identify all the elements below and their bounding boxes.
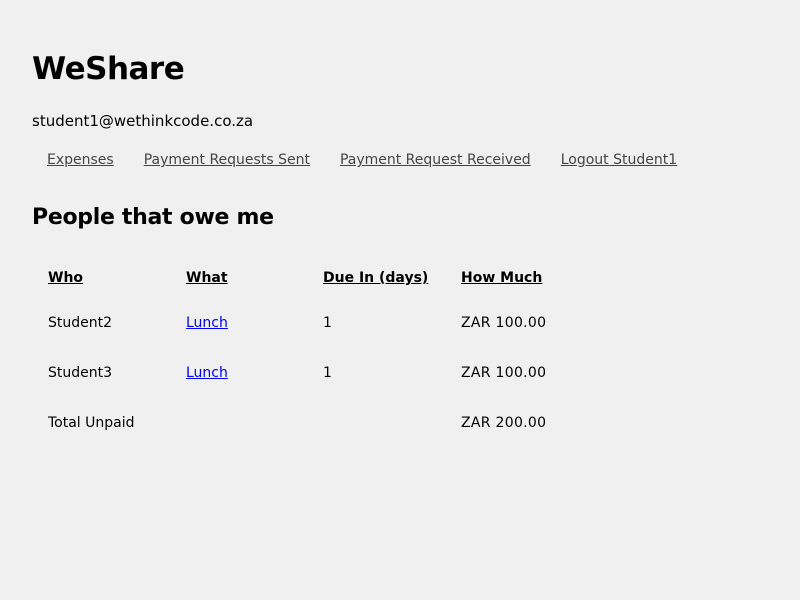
header-due: Due In (days): [323, 270, 429, 286]
total-row: Total Unpaid ZAR 200.00: [48, 398, 601, 448]
app-title: WeShare: [32, 51, 185, 87]
header-amount: How Much: [461, 270, 543, 286]
total-label: Total Unpaid: [48, 415, 135, 431]
cell-what: Lunch: [186, 298, 323, 348]
total-empty-due: [323, 398, 461, 448]
cell-who: Student3: [48, 365, 113, 381]
expense-link[interactable]: Lunch: [186, 365, 228, 381]
total-empty-what: [186, 398, 323, 448]
nav-payment-request-received-link[interactable]: Payment Request Received: [340, 150, 531, 170]
section-title: People that owe me: [32, 205, 274, 230]
owe-table: Who What Due In (days) How Much Student2…: [48, 258, 601, 448]
cell-amount: ZAR 100.00: [461, 365, 547, 381]
user-email: student1@wethinkcode.co.za: [32, 112, 254, 130]
total-amount: ZAR 200.00: [461, 415, 547, 431]
nav-payment-requests-sent-link[interactable]: Payment Requests Sent: [144, 150, 310, 170]
nav-logout-link[interactable]: Logout Student1: [561, 150, 677, 170]
cell-due: 1: [323, 315, 332, 331]
nav-expenses-link[interactable]: Expenses: [47, 150, 114, 170]
cell-amount: ZAR 100.00: [461, 315, 547, 331]
table-header-row: Who What Due In (days) How Much: [48, 258, 601, 298]
cell-what: Lunch: [186, 348, 323, 398]
cell-due: 1: [323, 365, 332, 381]
header-what: What: [186, 270, 228, 286]
table-row: Student2 Lunch 1 ZAR 100.00: [48, 298, 601, 348]
header-who: Who: [48, 270, 84, 286]
main-nav: Expenses Payment Requests Sent Payment R…: [47, 150, 677, 170]
cell-who: Student2: [48, 315, 113, 331]
table-row: Student3 Lunch 1 ZAR 100.00: [48, 348, 601, 398]
expense-link[interactable]: Lunch: [186, 315, 228, 331]
